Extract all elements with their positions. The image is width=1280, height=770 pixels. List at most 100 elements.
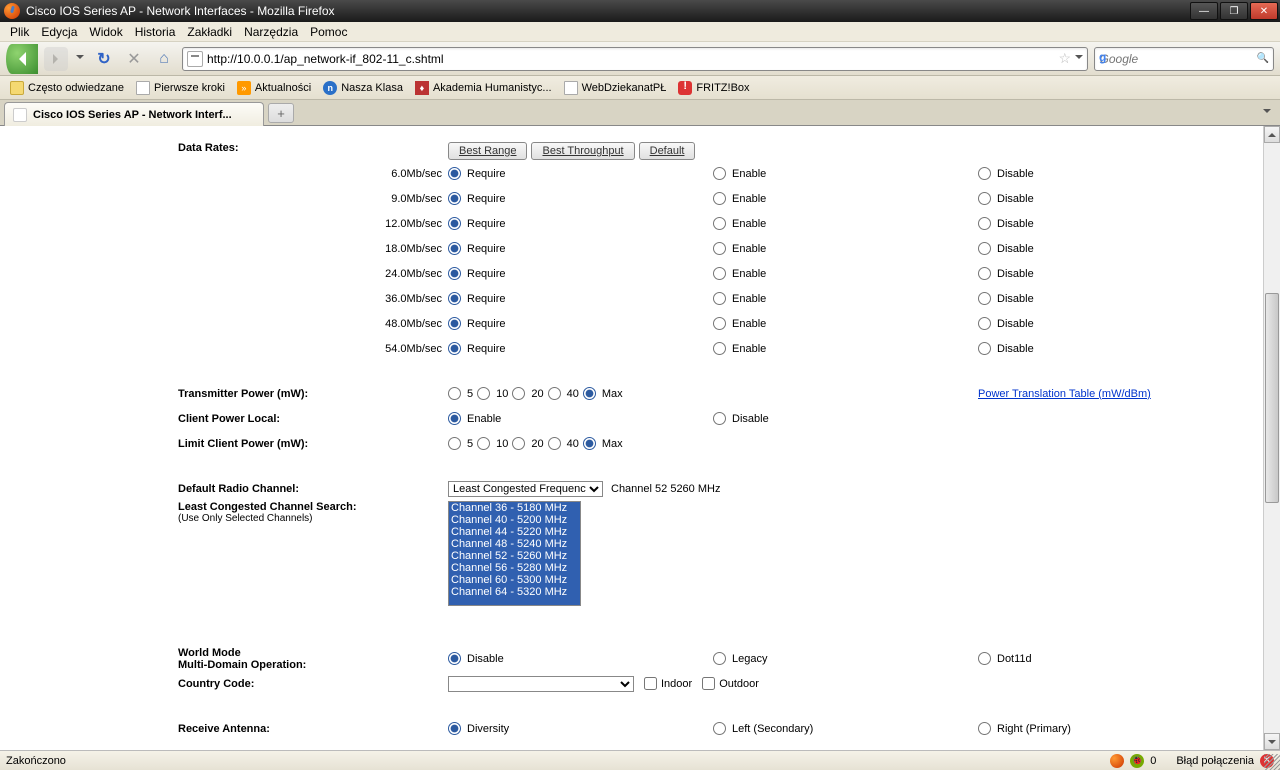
- lcp-10[interactable]: [477, 437, 490, 450]
- menu-narzedzia[interactable]: Narzędzia: [238, 23, 304, 41]
- home-button[interactable]: ⌂: [152, 47, 176, 71]
- rate-enable[interactable]: [713, 292, 726, 305]
- channel-option[interactable]: Channel 64 - 5320 MHz: [449, 586, 580, 598]
- default-channel-select[interactable]: Least Congested Frequency: [448, 481, 603, 497]
- rate-enable[interactable]: [713, 217, 726, 230]
- url-input[interactable]: [207, 52, 1054, 66]
- rate-enable[interactable]: [713, 342, 726, 355]
- channel-option[interactable]: Channel 36 - 5180 MHz: [449, 502, 580, 514]
- rate-enable[interactable]: [713, 167, 726, 180]
- scroll-down-button[interactable]: [1264, 733, 1280, 750]
- search-engine-dropdown[interactable]: 🔍: [1257, 53, 1269, 64]
- bookmark-pierwsze[interactable]: Pierwsze kroki: [132, 79, 229, 97]
- lcp-max[interactable]: [583, 437, 596, 450]
- channel-option[interactable]: Channel 60 - 5300 MHz: [449, 574, 580, 586]
- wm-legacy[interactable]: [713, 652, 726, 665]
- menu-widok[interactable]: Widok: [83, 23, 128, 41]
- ra-diversity[interactable]: [448, 722, 461, 735]
- channel-multi-select[interactable]: Channel 36 - 5180 MHzChannel 40 - 5200 M…: [448, 501, 581, 606]
- default-button[interactable]: Default: [639, 142, 696, 160]
- rate-disable[interactable]: [978, 342, 991, 355]
- rate-disable[interactable]: [978, 242, 991, 255]
- menu-plik[interactable]: Plik: [4, 23, 35, 41]
- ra-left[interactable]: [713, 722, 726, 735]
- rate-enable[interactable]: [713, 317, 726, 330]
- lcp-5[interactable]: [448, 437, 461, 450]
- stop-button[interactable]: ✕: [122, 47, 146, 71]
- rate-require[interactable]: [448, 342, 461, 355]
- outdoor-checkbox[interactable]: [702, 677, 715, 690]
- channel-option[interactable]: Channel 56 - 5280 MHz: [449, 562, 580, 574]
- rate-disable[interactable]: [978, 317, 991, 330]
- vertical-scrollbar[interactable]: [1263, 126, 1280, 750]
- txp-max[interactable]: [583, 387, 596, 400]
- wm-dot11d[interactable]: [978, 652, 991, 665]
- bookmark-star-icon[interactable]: ☆: [1058, 50, 1071, 67]
- txp-20[interactable]: [512, 387, 525, 400]
- scroll-up-button[interactable]: [1264, 126, 1280, 143]
- rate-require[interactable]: [448, 292, 461, 305]
- power-translation-link[interactable]: Power Translation Table (mW/dBm): [978, 388, 1151, 400]
- menu-pomoc[interactable]: Pomoc: [304, 23, 353, 41]
- rate-require[interactable]: [448, 192, 461, 205]
- lcp-40[interactable]: [548, 437, 561, 450]
- rate-enable[interactable]: [713, 242, 726, 255]
- ra-right[interactable]: [978, 722, 991, 735]
- rate-enable[interactable]: [713, 192, 726, 205]
- rate-require[interactable]: [448, 267, 461, 280]
- minimize-button[interactable]: —: [1190, 2, 1218, 20]
- channel-option[interactable]: Channel 48 - 5240 MHz: [449, 538, 580, 550]
- site-identity-icon[interactable]: [187, 51, 203, 67]
- menu-historia[interactable]: Historia: [129, 23, 182, 41]
- rate-disable[interactable]: [978, 167, 991, 180]
- lcp-20[interactable]: [512, 437, 525, 450]
- rate-disable[interactable]: [978, 292, 991, 305]
- resize-grip[interactable]: [1264, 754, 1280, 770]
- bookmark-akademia[interactable]: ♦Akademia Humanistyc...: [411, 79, 556, 97]
- bookmark-aktualnosci[interactable]: »Aktualności: [233, 79, 315, 97]
- menu-edycja[interactable]: Edycja: [35, 23, 83, 41]
- forward-button[interactable]: [44, 47, 68, 71]
- channel-option[interactable]: Channel 44 - 5220 MHz: [449, 526, 580, 538]
- bookmark-frequent[interactable]: Często odwiedzane: [6, 79, 128, 97]
- close-button[interactable]: ✕: [1250, 2, 1278, 20]
- rate-require[interactable]: [448, 317, 461, 330]
- firefox-status-icon[interactable]: [1110, 754, 1124, 768]
- txp-10[interactable]: [477, 387, 490, 400]
- url-bar[interactable]: ☆: [182, 47, 1088, 71]
- rate-require[interactable]: [448, 242, 461, 255]
- wm-disable[interactable]: [448, 652, 461, 665]
- nav-history-dropdown[interactable]: [74, 45, 86, 73]
- bookmark-webdziekanat[interactable]: WebDziekanatPŁ: [560, 79, 671, 97]
- active-tab[interactable]: Cisco IOS Series AP - Network Interf...: [4, 102, 264, 126]
- scroll-track[interactable]: [1264, 143, 1280, 733]
- firebug-icon[interactable]: 🐞: [1130, 754, 1144, 768]
- maximize-button[interactable]: ❐: [1220, 2, 1248, 20]
- search-input[interactable]: [1100, 52, 1257, 66]
- txp-5[interactable]: [448, 387, 461, 400]
- indoor-checkbox[interactable]: [644, 677, 657, 690]
- bookmark-fritzbox[interactable]: FRITZ!Box: [674, 79, 753, 97]
- scroll-thumb[interactable]: [1265, 293, 1279, 503]
- rate-require[interactable]: [448, 167, 461, 180]
- txp-40[interactable]: [548, 387, 561, 400]
- back-button[interactable]: [6, 44, 38, 74]
- url-dropdown[interactable]: [1075, 55, 1083, 63]
- country-code-select[interactable]: [448, 676, 634, 692]
- best-throughput-button[interactable]: Best Throughput: [531, 142, 634, 160]
- reload-button[interactable]: ↻: [92, 47, 116, 71]
- cpl-disable[interactable]: [713, 412, 726, 425]
- channel-option[interactable]: Channel 52 - 5260 MHz: [449, 550, 580, 562]
- channel-option[interactable]: Channel 40 - 5200 MHz: [449, 514, 580, 526]
- menu-zakladki[interactable]: Zakładki: [181, 23, 238, 41]
- rate-disable[interactable]: [978, 217, 991, 230]
- search-bar[interactable]: 🔍: [1094, 47, 1274, 71]
- tab-list-dropdown[interactable]: [1258, 103, 1276, 123]
- rate-disable[interactable]: [978, 267, 991, 280]
- bookmark-nasza-klasa[interactable]: nNasza Klasa: [319, 79, 407, 97]
- new-tab-button[interactable]: +: [268, 103, 294, 123]
- rate-enable[interactable]: [713, 267, 726, 280]
- best-range-button[interactable]: Best Range: [448, 142, 527, 160]
- rate-require[interactable]: [448, 217, 461, 230]
- cpl-enable[interactable]: [448, 412, 461, 425]
